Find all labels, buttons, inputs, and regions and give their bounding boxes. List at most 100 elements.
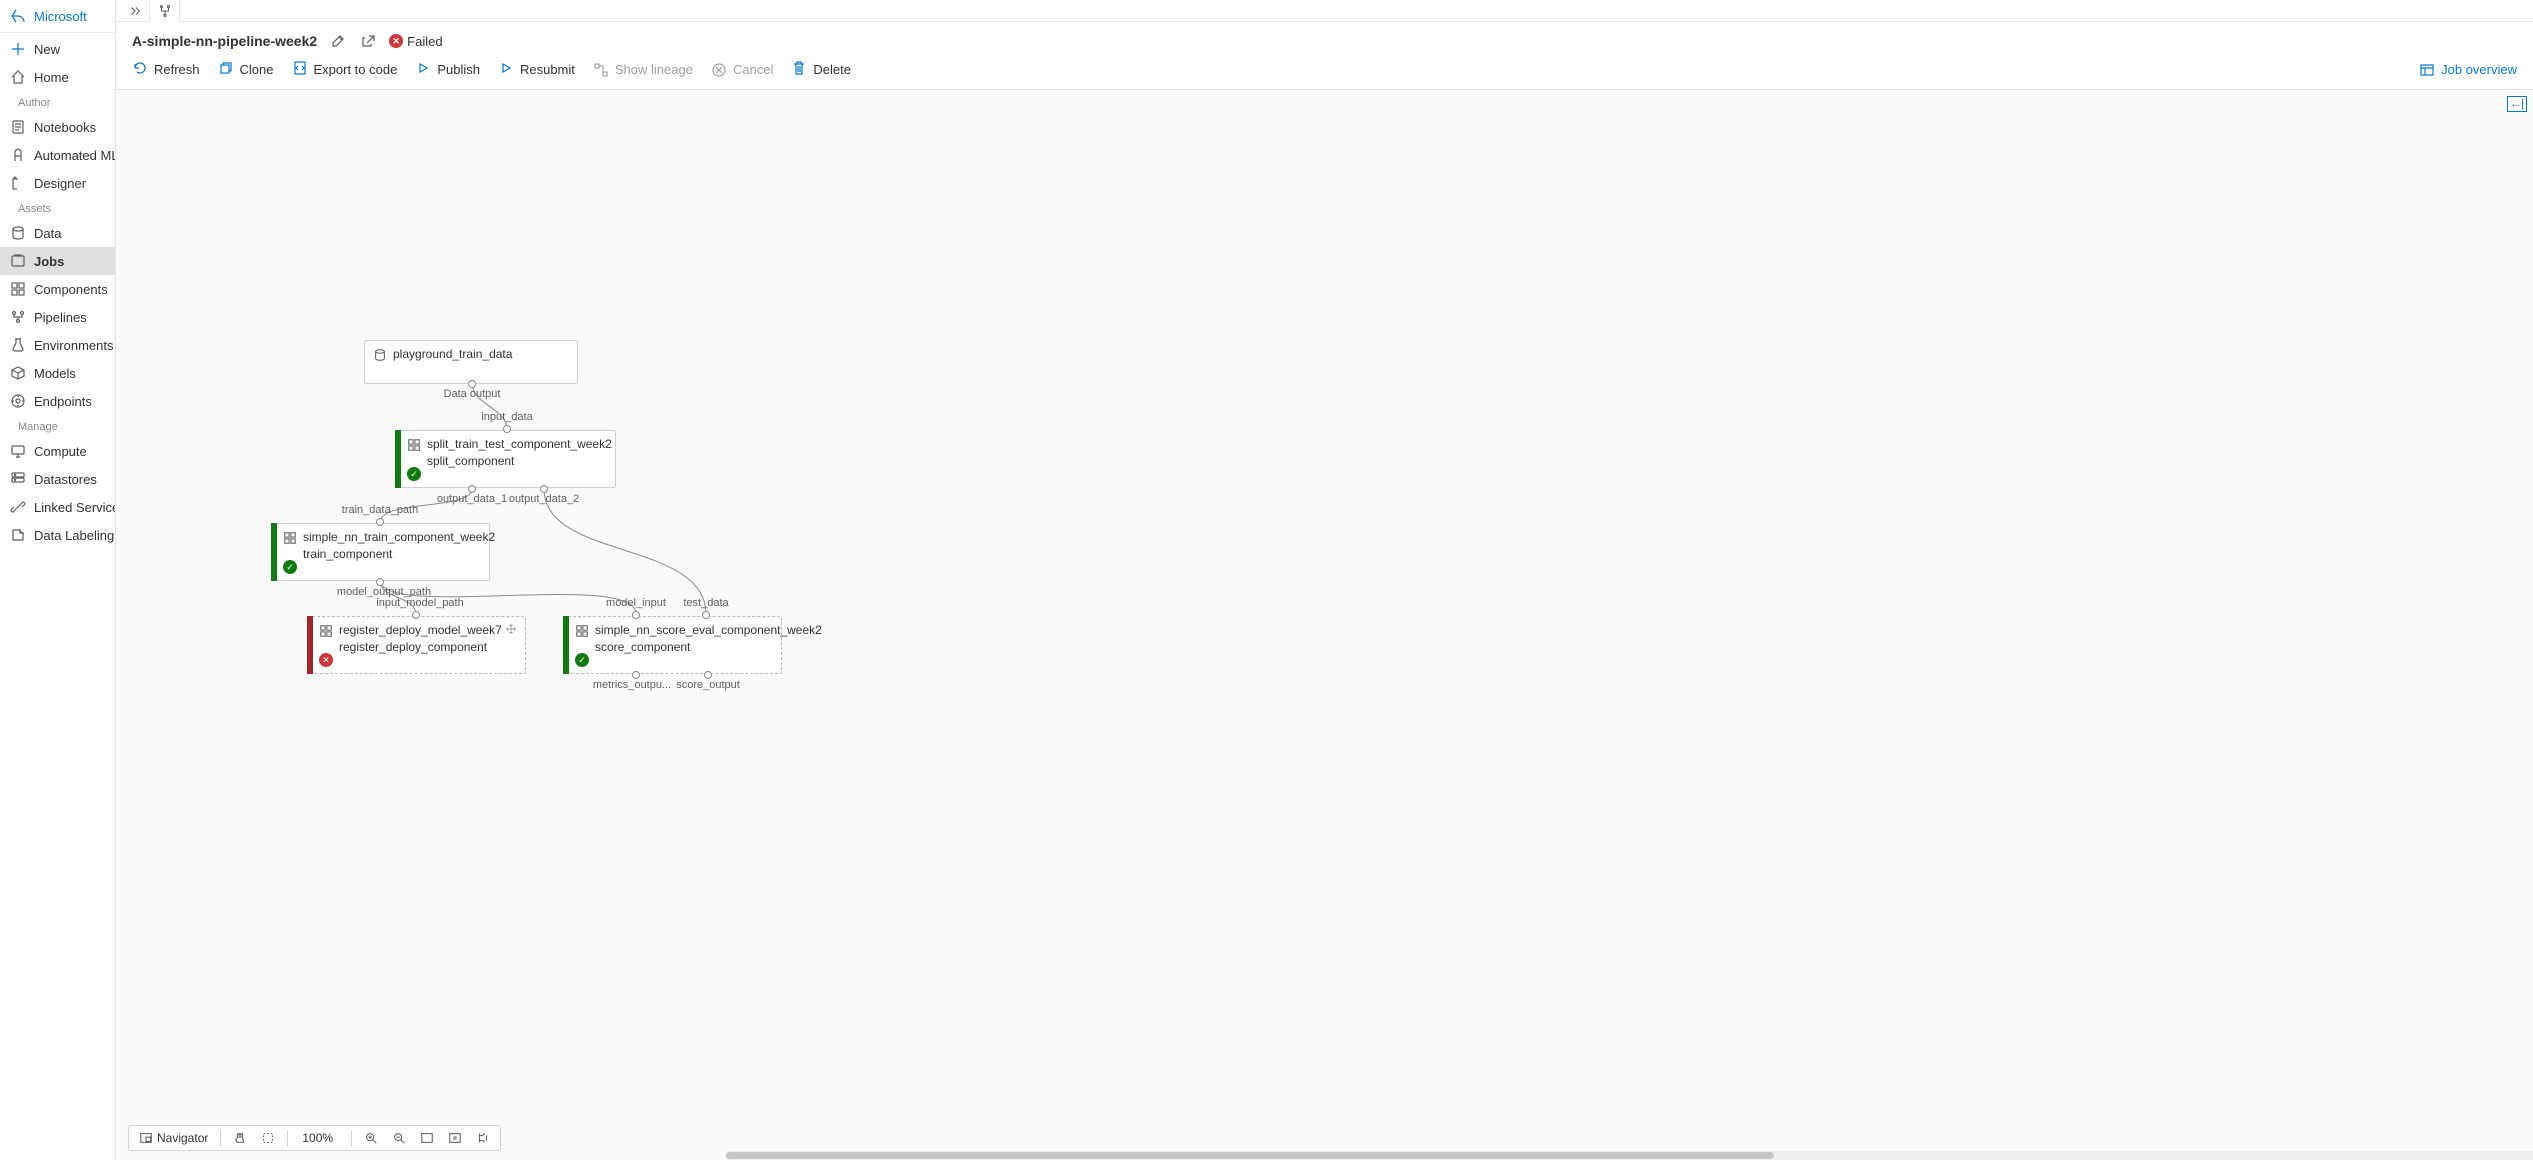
back-to-microsoft[interactable]: Microsoft: [0, 2, 115, 30]
fail-icon: ✕: [389, 34, 403, 48]
section-manage: Manage: [0, 415, 115, 437]
section-assets: Assets: [0, 197, 115, 219]
clone-button[interactable]: Clone: [218, 60, 274, 79]
success-icon: ✓: [575, 653, 589, 667]
component-icon: [283, 531, 297, 545]
port-output-data-1[interactable]: [468, 485, 476, 493]
pan-tool[interactable]: [229, 1129, 251, 1147]
component-icon: [319, 624, 333, 638]
edit-title-icon[interactable]: [329, 32, 347, 50]
nav-linked-services[interactable]: Linked Services: [0, 493, 115, 521]
nav-datastores[interactable]: Datastores: [0, 465, 115, 493]
port-label: input_model_path: [376, 597, 463, 609]
fail-icon: ✕: [319, 653, 333, 667]
nav-compute[interactable]: Compute: [0, 437, 115, 465]
horizontal-scrollbar[interactable]: [726, 1151, 2533, 1160]
resubmit-button[interactable]: Resubmit: [498, 60, 575, 79]
success-icon: ✓: [407, 467, 421, 481]
status-bar-success: [395, 430, 401, 488]
nav-designer[interactable]: Designer: [0, 169, 115, 197]
navigator-toggle[interactable]: Navigator: [135, 1129, 212, 1147]
success-icon: ✓: [283, 560, 297, 574]
nav-components[interactable]: Components: [0, 275, 115, 303]
node-title: playground_train_data: [393, 347, 512, 361]
new-label: New: [34, 42, 60, 57]
port-output-data-2[interactable]: [540, 485, 548, 493]
node-simple-nn-train[interactable]: simple_nn_train_component_week2 train_co…: [274, 523, 490, 581]
select-tool[interactable]: [257, 1129, 279, 1147]
node-score-eval[interactable]: simple_nn_score_eval_component_week2 sco…: [566, 616, 782, 674]
back-label: Microsoft: [34, 9, 87, 24]
lineage-button: Show lineage: [593, 62, 693, 78]
nav-pipelines[interactable]: Pipelines: [0, 303, 115, 331]
node-title: split_train_test_component_week2: [427, 437, 612, 451]
tab-pipeline-graph[interactable]: [150, 0, 180, 22]
auto-layout[interactable]: [472, 1129, 494, 1147]
nav-endpoints[interactable]: Endpoints: [0, 387, 115, 415]
titlebar: A-simple-nn-pipeline-week2 ✕ Failed: [116, 22, 2533, 56]
status-bar-success: [271, 523, 277, 581]
nav-notebooks[interactable]: Notebooks: [0, 113, 115, 141]
port-model-input[interactable]: [632, 611, 640, 619]
node-register-deploy-model[interactable]: register_deploy_model_week7 register_dep…: [310, 616, 526, 674]
tab-expand[interactable]: [120, 0, 150, 22]
sidebar: Microsoft New Home Author Notebooks Auto…: [0, 0, 116, 1160]
node-subtitle: train_component: [275, 547, 489, 561]
node-subtitle: split_component: [399, 454, 615, 468]
status-bar-success: [563, 616, 569, 674]
cancel-button: Cancel: [711, 62, 773, 78]
port-train-data-path[interactable]: [376, 518, 384, 526]
node-split-train-test[interactable]: split_train_test_component_week2 split_c…: [398, 430, 616, 488]
zoom-out[interactable]: [388, 1129, 410, 1147]
port-metrics-output[interactable]: [632, 671, 640, 679]
status-badge: ✕ Failed: [389, 34, 442, 49]
port-score-output[interactable]: [704, 671, 712, 679]
status-bar-fail: [307, 616, 313, 674]
port-label: Data output: [444, 388, 501, 400]
component-icon: [407, 438, 421, 452]
port-model-output-path[interactable]: [376, 578, 384, 586]
port-label: test_data: [683, 597, 728, 609]
tabbar: [116, 0, 2533, 22]
port-label: output_data_2: [509, 493, 579, 505]
new-button[interactable]: New: [0, 35, 115, 63]
scrollbar-thumb[interactable]: [726, 1152, 1774, 1159]
nav-home[interactable]: Home: [0, 63, 115, 91]
job-overview-button[interactable]: Job overview: [2419, 62, 2517, 78]
port-test-data[interactable]: [702, 611, 710, 619]
nav-data[interactable]: Data: [0, 219, 115, 247]
zoom-level[interactable]: 100%: [296, 1131, 343, 1145]
port-label: model_input: [606, 597, 666, 609]
node-title: register_deploy_model_week7: [339, 623, 502, 637]
port-label: score_output: [676, 679, 740, 691]
node-subtitle: register_deploy_component: [311, 640, 525, 654]
port-input-model-path[interactable]: [412, 611, 420, 619]
delete-button[interactable]: Delete: [791, 60, 851, 79]
port-label: train_data_path: [342, 504, 418, 516]
nav-automl[interactable]: Automated ML: [0, 141, 115, 169]
port-input-data[interactable]: [503, 425, 511, 433]
publish-button[interactable]: Publish: [415, 60, 480, 79]
actual-size[interactable]: [444, 1129, 466, 1147]
main: A-simple-nn-pipeline-week2 ✕ Failed Refr…: [116, 0, 2533, 1160]
nav-models[interactable]: Models: [0, 359, 115, 387]
port-label: input_data: [481, 411, 532, 423]
nav-jobs[interactable]: Jobs: [0, 247, 115, 275]
node-subtitle: score_component: [567, 640, 781, 654]
dataset-icon: [373, 348, 387, 362]
share-icon[interactable]: [359, 32, 377, 50]
fit-screen[interactable]: [416, 1129, 438, 1147]
port-label: output_data_1: [437, 493, 507, 505]
node-title: simple_nn_score_eval_component_week2: [595, 623, 822, 637]
export-button[interactable]: Export to code: [292, 60, 398, 79]
navigator-bar: Navigator 100%: [128, 1125, 501, 1151]
nav-environments[interactable]: Environments: [0, 331, 115, 359]
component-icon: [575, 624, 589, 638]
refresh-button[interactable]: Refresh: [132, 60, 200, 79]
nav-data-labeling[interactable]: Data Labeling: [0, 521, 115, 549]
move-icon: [505, 623, 517, 635]
zoom-in[interactable]: [360, 1129, 382, 1147]
node-playground-train-data[interactable]: playground_train_data: [364, 340, 578, 384]
port-data-output[interactable]: [468, 380, 476, 388]
pipeline-canvas[interactable]: ←| playground_train_data Data output: [116, 90, 2533, 1160]
